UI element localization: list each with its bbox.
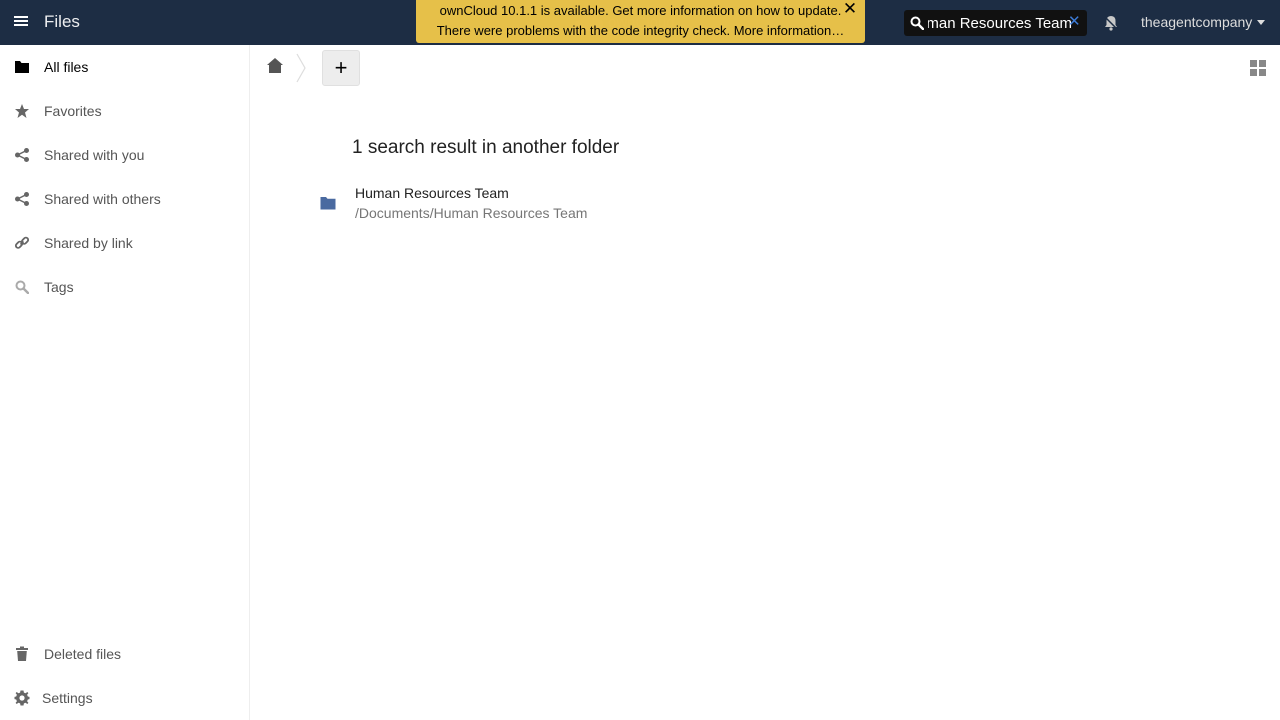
sidebar-item-all-files[interactable]: All files xyxy=(0,45,249,89)
user-menu[interactable]: theagentcompany xyxy=(1141,14,1266,30)
star-icon xyxy=(14,103,30,119)
sidebar-item-settings[interactable]: Settings xyxy=(0,676,249,720)
tag-search-icon xyxy=(14,279,30,295)
sidebar-item-label: Shared with others xyxy=(44,191,161,207)
grid-view-icon[interactable] xyxy=(1250,60,1266,76)
notifications-bell-icon[interactable] xyxy=(1102,14,1120,32)
search-box[interactable]: ✕ xyxy=(904,10,1087,36)
sidebar-item-label: Deleted files xyxy=(44,646,122,662)
home-icon[interactable] xyxy=(265,56,285,76)
sidebar-item-label: Shared by link xyxy=(44,235,133,251)
sidebar-item-deleted-files[interactable]: Deleted files xyxy=(0,632,249,676)
link-icon xyxy=(14,235,30,251)
sidebar-item-label: Tags xyxy=(44,279,74,295)
folder-icon xyxy=(320,197,336,210)
sidebar-item-label: Favorites xyxy=(44,103,102,119)
result-folder-path: /Documents/Human Resources Team xyxy=(355,205,588,221)
new-file-button[interactable]: + xyxy=(322,50,360,86)
share-icon xyxy=(14,191,30,207)
breadcrumb-separator xyxy=(296,53,306,83)
navigation-sidebar: All files Favorites Shared with you Shar… xyxy=(0,45,250,720)
sidebar-item-shared-with-others[interactable]: Shared with others xyxy=(0,177,249,221)
user-name[interactable]: theagentcompany xyxy=(1141,14,1252,30)
update-available-message[interactable]: ownCloud 10.1.1 is available. Get more i… xyxy=(416,1,865,21)
gear-icon xyxy=(14,690,30,706)
share-icon xyxy=(14,147,30,163)
sidebar-item-label: Settings xyxy=(42,690,93,706)
menu-toggle-icon[interactable] xyxy=(12,13,32,33)
search-results-heading: 1 search result in another folder xyxy=(352,137,620,158)
app-header: Files ownCloud ownCloud 10.1.1 is availa… xyxy=(0,0,1280,45)
sidebar-item-tags[interactable]: Tags xyxy=(0,265,249,309)
trash-icon xyxy=(14,646,30,662)
files-controls-bar: + xyxy=(250,45,1280,89)
sidebar-item-shared-with-you[interactable]: Shared with you xyxy=(0,133,249,177)
sidebar-item-shared-by-link[interactable]: Shared by link xyxy=(0,221,249,265)
sidebar-item-label: Shared with you xyxy=(44,147,145,163)
clear-search-icon[interactable]: ✕ xyxy=(1068,14,1082,29)
chevron-down-icon xyxy=(1257,19,1266,25)
sidebar-item-label: All files xyxy=(44,59,89,75)
sidebar-item-favorites[interactable]: Favorites xyxy=(0,89,249,133)
app-title[interactable]: Files xyxy=(44,12,80,32)
result-folder-name[interactable]: Human Resources Team xyxy=(355,185,509,201)
banner-close-icon[interactable]: ✕ xyxy=(842,0,858,18)
update-notification-banner[interactable]: ownCloud 10.1.1 is available. Get more i… xyxy=(416,0,865,43)
integrity-check-message[interactable]: There were problems with the code integr… xyxy=(416,21,865,41)
search-icon xyxy=(910,16,924,30)
search-input[interactable] xyxy=(928,10,1072,36)
folder-icon xyxy=(14,59,30,75)
search-result-row[interactable]: Human Resources Team /Documents/Human Re… xyxy=(300,180,900,226)
